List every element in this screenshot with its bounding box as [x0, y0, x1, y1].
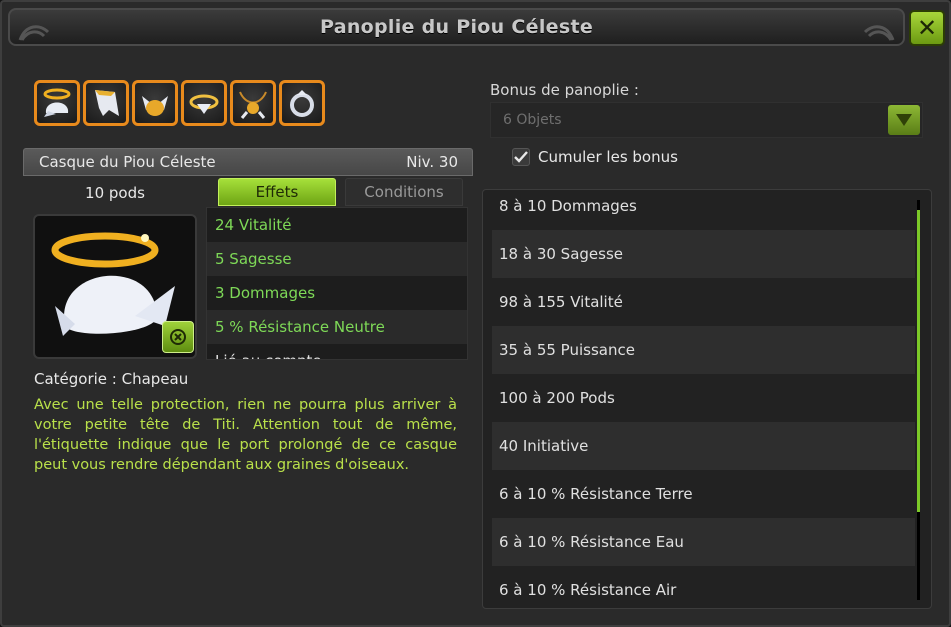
window-title: Panoplie du Piou Céleste [319, 16, 594, 38]
effect-row: 3 Dommages [215, 284, 316, 302]
set-bonus-list[interactable]: 8 à 10 Dommages 18 à 30 Sagesse 98 à 155… [482, 189, 932, 609]
effect-row: 24 Vitalité [215, 216, 292, 234]
item-name: Casque du Piou Céleste [39, 153, 216, 171]
set-bonus-label: Bonus de panoplie : [490, 81, 639, 99]
close-icon: ✕ [916, 14, 938, 42]
list-item: 100 à 200 Pods [499, 389, 615, 407]
halo-helmet-icon [43, 88, 71, 117]
title-flourish-right-icon [863, 25, 895, 41]
list-item: 8 à 10 Dommages [499, 197, 637, 215]
cumulate-bonus-checkbox[interactable] [512, 148, 530, 166]
set-item-ring[interactable] [279, 80, 325, 126]
amulet-icon [239, 91, 267, 119]
item-pods: 10 pods [85, 184, 145, 202]
halo-belt-icon [189, 94, 219, 114]
effects-list[interactable]: 24 Vitalité 5 Sagesse 3 Dommages 5 % Rés… [206, 207, 468, 360]
list-item: 6 à 10 % Résistance Air [499, 581, 677, 599]
effect-row: 5 % Résistance Neutre [207, 310, 467, 344]
bonus-list-scroll-thumb[interactable] [917, 210, 920, 512]
set-bonus-badge[interactable] [162, 321, 194, 353]
cumulate-bonus-label: Cumuler les bonus [538, 148, 678, 166]
tab-effects[interactable]: Effets [218, 178, 336, 206]
close-button[interactable]: ✕ [909, 10, 945, 46]
list-item: 6 à 10 % Résistance Terre [499, 485, 693, 503]
title-flourish-left-icon [18, 25, 50, 41]
dropdown-arrow-button[interactable] [888, 105, 920, 135]
list-item: 6 à 10 % Résistance Eau [492, 518, 915, 566]
set-window: Panoplie du Piou Céleste ✕ Casque du Pio… [0, 0, 951, 627]
effect-row: Lié au compte [207, 344, 467, 359]
triangle-down-icon [896, 114, 912, 126]
list-item: 40 Initiative [492, 422, 915, 470]
item-category: Catégorie : Chapeau [34, 370, 189, 388]
checkmark-icon [514, 151, 528, 163]
tab-conditions[interactable]: Conditions [345, 178, 463, 206]
set-item-shield[interactable] [132, 80, 178, 126]
set-item-belt[interactable] [181, 80, 227, 126]
wing-cape-icon [95, 90, 119, 116]
item-description: Avec une telle protection, rien ne pourr… [34, 397, 457, 473]
set-item-helmet[interactable] [34, 80, 80, 126]
list-item: 35 à 55 Puissance [492, 326, 915, 374]
item-image [33, 214, 197, 359]
ring-icon [290, 90, 314, 117]
effect-row: 5 Sagesse [207, 242, 467, 276]
shield-wings-icon [142, 96, 168, 116]
item-level: Niv. 30 [406, 153, 458, 171]
list-item: 98 à 155 Vitalité [499, 293, 623, 311]
set-bonus-dropdown[interactable]: 6 Objets [490, 102, 923, 138]
item-header: Casque du Piou Céleste Niv. 30 [23, 148, 473, 176]
set-items-bar [34, 80, 325, 126]
dropdown-value: 6 Objets [503, 112, 562, 128]
title-bar: Panoplie du Piou Céleste [8, 8, 905, 46]
cumulate-bonus-row[interactable]: Cumuler les bonus [512, 148, 678, 166]
set-item-amulet[interactable] [230, 80, 276, 126]
set-bonus-icon [170, 329, 186, 345]
set-item-cape[interactable] [83, 80, 129, 126]
list-item: 18 à 30 Sagesse [492, 230, 915, 278]
